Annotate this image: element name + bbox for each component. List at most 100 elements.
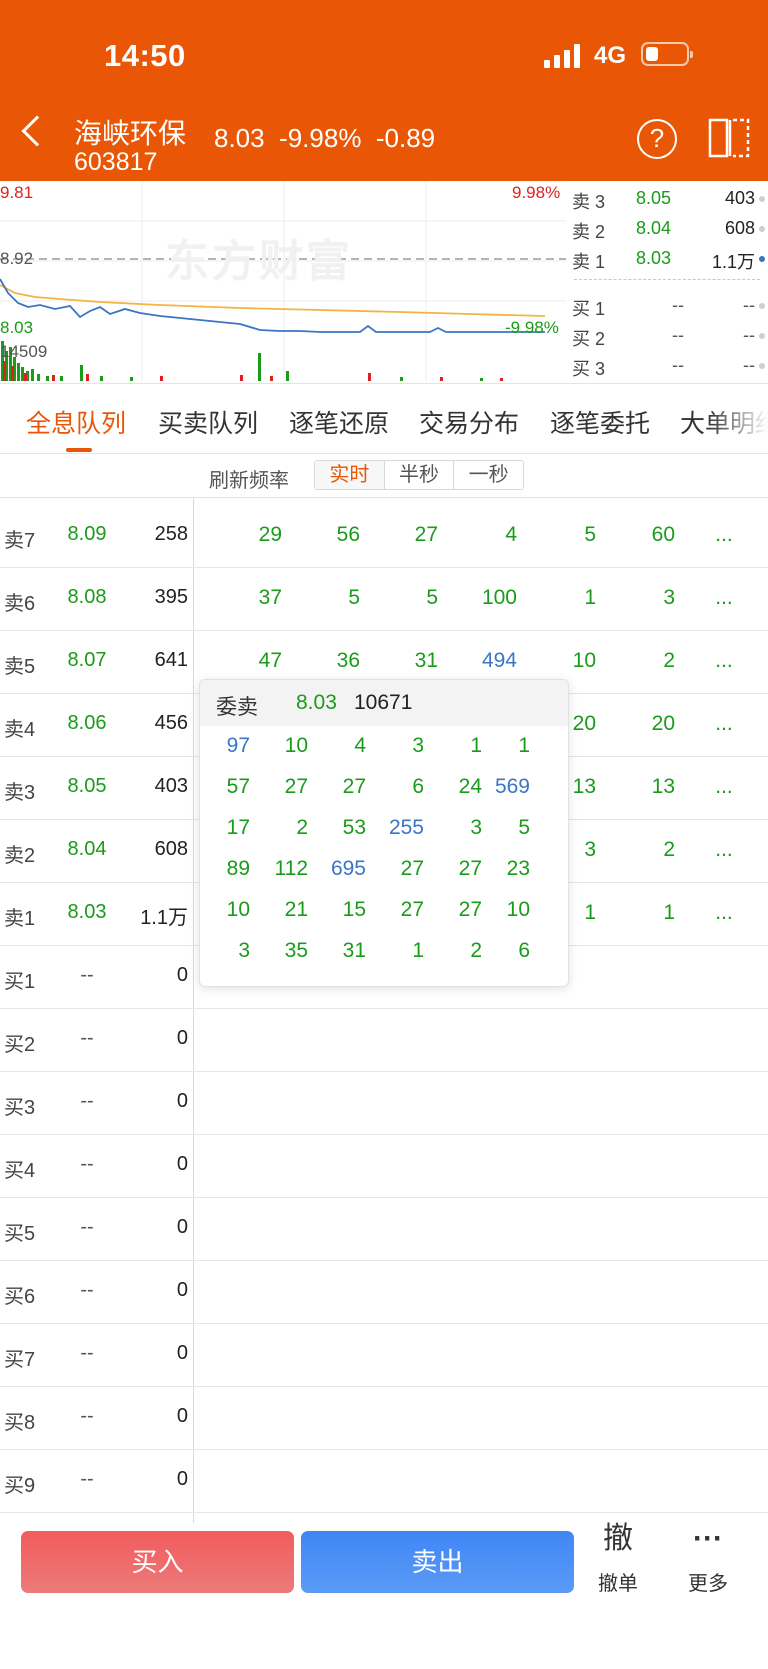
row-volume: 1.1万 (140, 907, 188, 929)
refresh-rate-bar: 刷新频率 实时 半秒 一秒 (0, 454, 768, 498)
queue-order-size: 47 (258, 649, 282, 672)
row-price: 8.08 (67, 586, 107, 608)
row-volume: 0 (176, 1027, 188, 1049)
intraday-chart[interactable]: 东方财富 9.81 9.98% 8.92 8.03 -9.98% 14509 (0, 181, 566, 383)
buy-button[interactable]: 买入 (21, 1531, 294, 1593)
popup-order-size: 15 (342, 898, 366, 921)
queue-more[interactable]: ... (694, 523, 754, 547)
tab-tick-orders[interactable]: 逐笔委托 (550, 404, 650, 440)
popup-price: 8.03 (296, 691, 337, 714)
queue-row[interactable]: 卖7 8.09 258 29 56 27 4 5 60... (0, 505, 768, 568)
queue-order-size: 5 (584, 523, 596, 546)
popup-total: 10671 (354, 691, 413, 714)
more-button[interactable]: ··· 更多 (673, 1521, 743, 1596)
tab-tick-restore[interactable]: 逐笔还原 (289, 404, 389, 440)
queue-order-size: 100 (481, 586, 517, 609)
popup-order-size: 27 (342, 775, 366, 798)
queue-more[interactable]: ... (694, 838, 754, 862)
row-volume: 0 (176, 1342, 188, 1364)
popup-order-size: 1 (518, 734, 530, 757)
row-label: 卖4 (4, 719, 36, 741)
sell-button[interactable]: 卖出 (301, 1531, 574, 1593)
queue-more[interactable]: ... (694, 712, 754, 736)
row-volume: 0 (176, 964, 188, 986)
popup-order-size: 57 (226, 775, 250, 798)
queue-order-size: 20 (651, 712, 675, 735)
order-queue-popup[interactable]: 委卖 8.03 10671 97 10 4 3 1 1 57 27 27 6 24 569 17 2 53 2… (199, 679, 569, 987)
row-label: 买9 (4, 1475, 36, 1497)
book-row-buy3: 买 3 -- -- (572, 351, 765, 379)
popup-order-size: 35 (284, 939, 308, 962)
popup-order-size: 6 (518, 939, 530, 962)
queue-row[interactable]: 买2 -- 0 (0, 1009, 768, 1072)
queue-more[interactable]: ... (694, 775, 754, 799)
popup-order-size: 27 (284, 775, 308, 798)
queue-row[interactable]: 买6 -- 0 (0, 1261, 768, 1324)
status-time: 14:50 (104, 38, 186, 73)
help-icon[interactable]: ? (637, 119, 677, 159)
refresh-one-second-option[interactable]: 一秒 (454, 461, 523, 489)
chart-prev-close: 8.92 (0, 249, 34, 268)
popup-order-size: 3 (470, 816, 482, 839)
row-label: 卖5 (4, 656, 36, 678)
popup-order-size: 2 (470, 939, 482, 962)
row-volume: 0 (176, 1279, 188, 1301)
queue-order-size: 3 (663, 586, 675, 609)
row-price: -- (80, 1405, 94, 1427)
row-price: -- (80, 1342, 94, 1364)
queue-order-size: 4 (505, 523, 517, 546)
queue-order-size: 37 (258, 586, 282, 609)
popup-order-size: 695 (330, 857, 366, 880)
tab-full-queue[interactable]: 全息队列 (26, 404, 126, 440)
chart-volume: 14509 (0, 342, 48, 361)
popup-order-size: 3 (238, 939, 250, 962)
popup-order-size: 10 (284, 734, 308, 757)
queue-order-size: 29 (258, 523, 282, 546)
queue-row[interactable]: 买7 -- 0 (0, 1324, 768, 1387)
row-label: 买5 (4, 1223, 36, 1245)
queue-order-size: 494 (481, 649, 517, 672)
row-label: 买7 (4, 1349, 36, 1371)
queue-order-size: 5 (348, 586, 360, 609)
signal-icon (544, 44, 584, 68)
book-divider (574, 279, 760, 280)
row-price: -- (80, 1279, 94, 1301)
tab-bid-ask-queue[interactable]: 买卖队列 (158, 404, 258, 440)
row-volume: 641 (154, 649, 188, 671)
queue-order-size: 31 (414, 649, 438, 672)
row-label: 买8 (4, 1412, 36, 1434)
queue-order-size: 2 (663, 649, 675, 672)
queue-row[interactable]: 买8 -- 0 (0, 1387, 768, 1450)
queue-order-size: 10 (572, 649, 596, 672)
queue-row[interactable]: 买3 -- 0 (0, 1072, 768, 1135)
queue-order-size: 36 (336, 649, 360, 672)
popup-order-size: 1 (412, 939, 424, 962)
queue-order-size: 2 (663, 838, 675, 861)
row-label: 买3 (4, 1097, 36, 1119)
queue-more[interactable]: ... (694, 649, 754, 673)
refresh-realtime-option[interactable]: 实时 (315, 461, 385, 489)
order-book[interactable]: 卖 3 8.05 403 卖 2 8.04 608 卖 1 8.03 1.1万 … (566, 181, 768, 383)
row-label: 买2 (4, 1034, 36, 1056)
queue-more[interactable]: ... (694, 901, 754, 925)
row-price: 8.07 (67, 649, 107, 671)
refresh-half-second-option[interactable]: 半秒 (385, 461, 455, 489)
row-label: 买6 (4, 1286, 36, 1308)
back-icon[interactable] (21, 115, 53, 147)
popup-order-size: 2 (296, 816, 308, 839)
queue-row[interactable]: 买5 -- 0 (0, 1198, 768, 1261)
cancel-order-button[interactable]: 撤 撤单 (583, 1521, 653, 1596)
queue-more[interactable]: ... (694, 586, 754, 610)
popup-order-size: 17 (226, 816, 250, 839)
queue-row[interactable]: 买4 -- 0 (0, 1135, 768, 1198)
switch-layout-icon[interactable] (708, 118, 750, 158)
bottom-action-bar: 买入 卖出 撤 撤单 ··· 更多 (0, 1509, 768, 1669)
queue-row[interactable]: 买9 -- 0 (0, 1450, 768, 1513)
popup-order-size: 27 (458, 898, 482, 921)
popup-label: 委卖 (216, 696, 258, 719)
popup-order-size: 97 (226, 734, 250, 757)
tab-trade-distribution[interactable]: 交易分布 (419, 404, 519, 440)
queue-row[interactable]: 卖6 8.08 395 37 5 5 100 1 3... (0, 568, 768, 631)
queue-order-size: 60 (651, 523, 675, 546)
header-bar: 14:50 4G 海峡环保 603817 8.03 -9.98% -0.89 ? (0, 0, 768, 181)
